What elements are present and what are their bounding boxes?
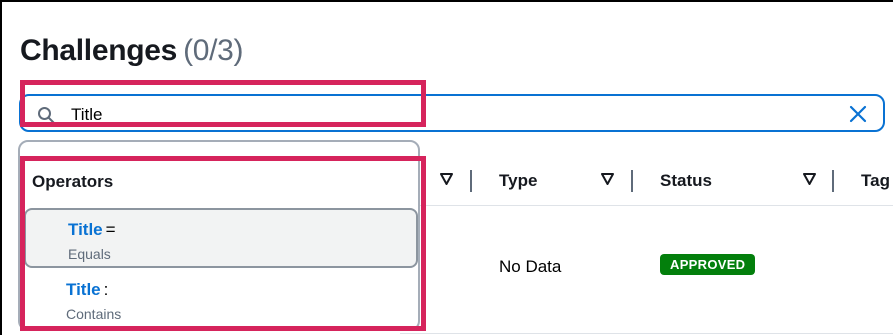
page-title-text: Challenges (20, 34, 178, 67)
option-title-equals[interactable]: Title = Equals (24, 208, 418, 268)
table-cell-type: No Data (499, 257, 562, 276)
column-header-tag[interactable]: Tag (861, 171, 890, 191)
option-operator: = (105, 220, 116, 239)
column-header-status[interactable]: Status (660, 171, 712, 191)
option-description: Equals (68, 246, 111, 262)
clear-icon[interactable] (849, 105, 867, 123)
search-icon (38, 107, 55, 124)
header-separator (400, 205, 893, 206)
option-operator: : (103, 280, 109, 299)
option-title-contains[interactable]: Title: Contains (24, 270, 418, 329)
table-header: Type Status Tag (400, 164, 893, 200)
challenge-count: (0/3) (183, 34, 244, 67)
dropdown-group-header: Operators (32, 172, 114, 191)
column-divider[interactable] (832, 170, 834, 192)
page-title: Challenges (0/3) (20, 34, 244, 68)
column-divider[interactable] (470, 170, 472, 192)
status-badge: APPROVED (660, 254, 756, 275)
option-property: Title (66, 280, 101, 299)
sort-icon[interactable] (803, 173, 816, 185)
sort-icon[interactable] (440, 173, 453, 185)
row-separator (400, 333, 893, 334)
column-header-type[interactable]: Type (499, 171, 537, 191)
operators-dropdown: Operators Title = Equals Title: Contains (18, 140, 420, 331)
option-description: Contains (66, 306, 122, 322)
sort-icon[interactable] (601, 173, 614, 185)
search-field[interactable]: Title (19, 94, 885, 132)
option-property: Title (68, 220, 103, 239)
search-input[interactable]: Title (71, 105, 103, 125)
column-divider[interactable] (631, 170, 633, 192)
